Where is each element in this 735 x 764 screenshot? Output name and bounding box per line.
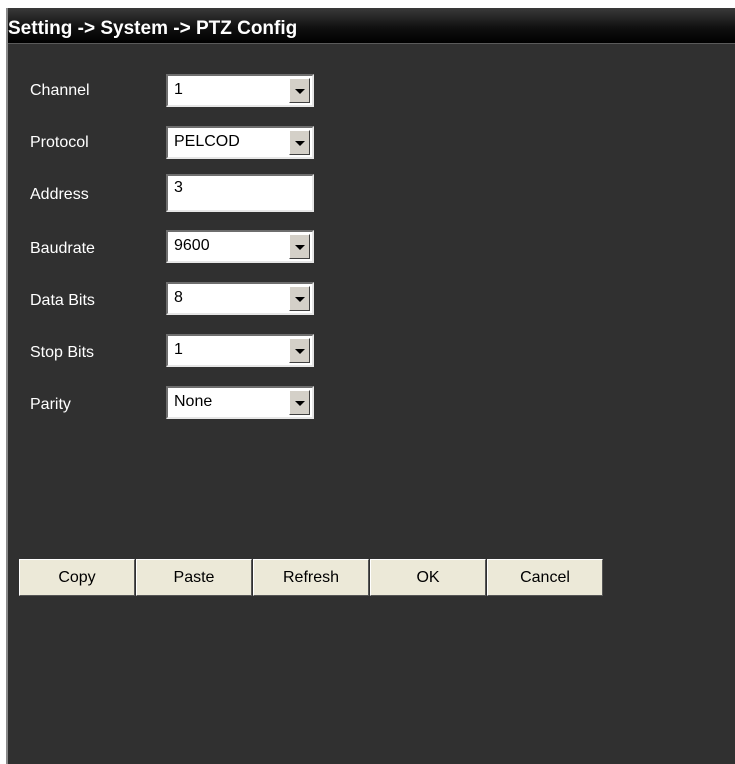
data-bits-value: 8 [174, 289, 183, 306]
address-input[interactable]: 3 [166, 174, 314, 212]
channel-label: Channel [30, 82, 90, 99]
parity-select[interactable]: None [166, 386, 314, 419]
baudrate-label: Baudrate [30, 240, 95, 257]
protocol-select[interactable]: PELCOD [166, 126, 314, 159]
copy-button[interactable]: Copy [19, 559, 135, 596]
paste-button[interactable]: Paste [136, 559, 252, 596]
ptz-config-panel: Setting -> System -> PTZ Config Channel … [6, 8, 735, 764]
baudrate-value: 9600 [174, 237, 210, 254]
parity-label: Parity [30, 396, 71, 413]
data-bits-select[interactable]: 8 [166, 282, 314, 315]
stop-bits-value: 1 [174, 341, 183, 358]
title-bar: Setting -> System -> PTZ Config [8, 8, 735, 44]
chevron-down-icon[interactable] [289, 338, 310, 363]
data-bits-label: Data Bits [30, 292, 95, 309]
baudrate-select[interactable]: 9600 [166, 230, 314, 263]
channel-value: 1 [174, 81, 183, 98]
chevron-down-icon[interactable] [289, 78, 310, 103]
chevron-down-icon[interactable] [289, 130, 310, 155]
parity-value: None [174, 393, 213, 410]
ok-button[interactable]: OK [370, 559, 486, 596]
protocol-label: Protocol [30, 134, 89, 151]
channel-select[interactable]: 1 [166, 74, 314, 107]
stop-bits-select[interactable]: 1 [166, 334, 314, 367]
window-title: Setting -> System -> PTZ Config [8, 18, 298, 39]
chevron-down-icon[interactable] [289, 234, 310, 259]
stop-bits-label: Stop Bits [30, 344, 95, 361]
address-label: Address [30, 186, 89, 203]
address-value: 3 [174, 179, 183, 196]
refresh-button[interactable]: Refresh [253, 559, 369, 596]
cancel-button[interactable]: Cancel [487, 559, 603, 596]
protocol-value: PELCOD [174, 133, 240, 150]
chevron-down-icon[interactable] [289, 390, 310, 415]
chevron-down-icon[interactable] [289, 286, 310, 311]
